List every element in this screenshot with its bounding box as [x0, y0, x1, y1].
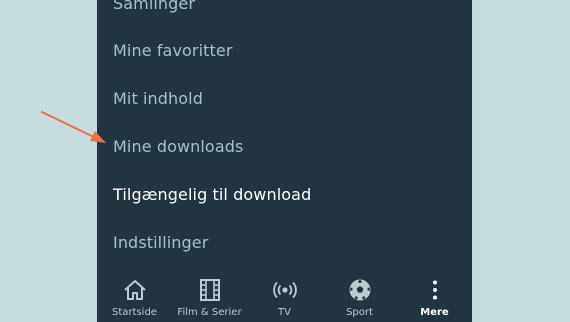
annotation-arrow [41, 111, 106, 143]
